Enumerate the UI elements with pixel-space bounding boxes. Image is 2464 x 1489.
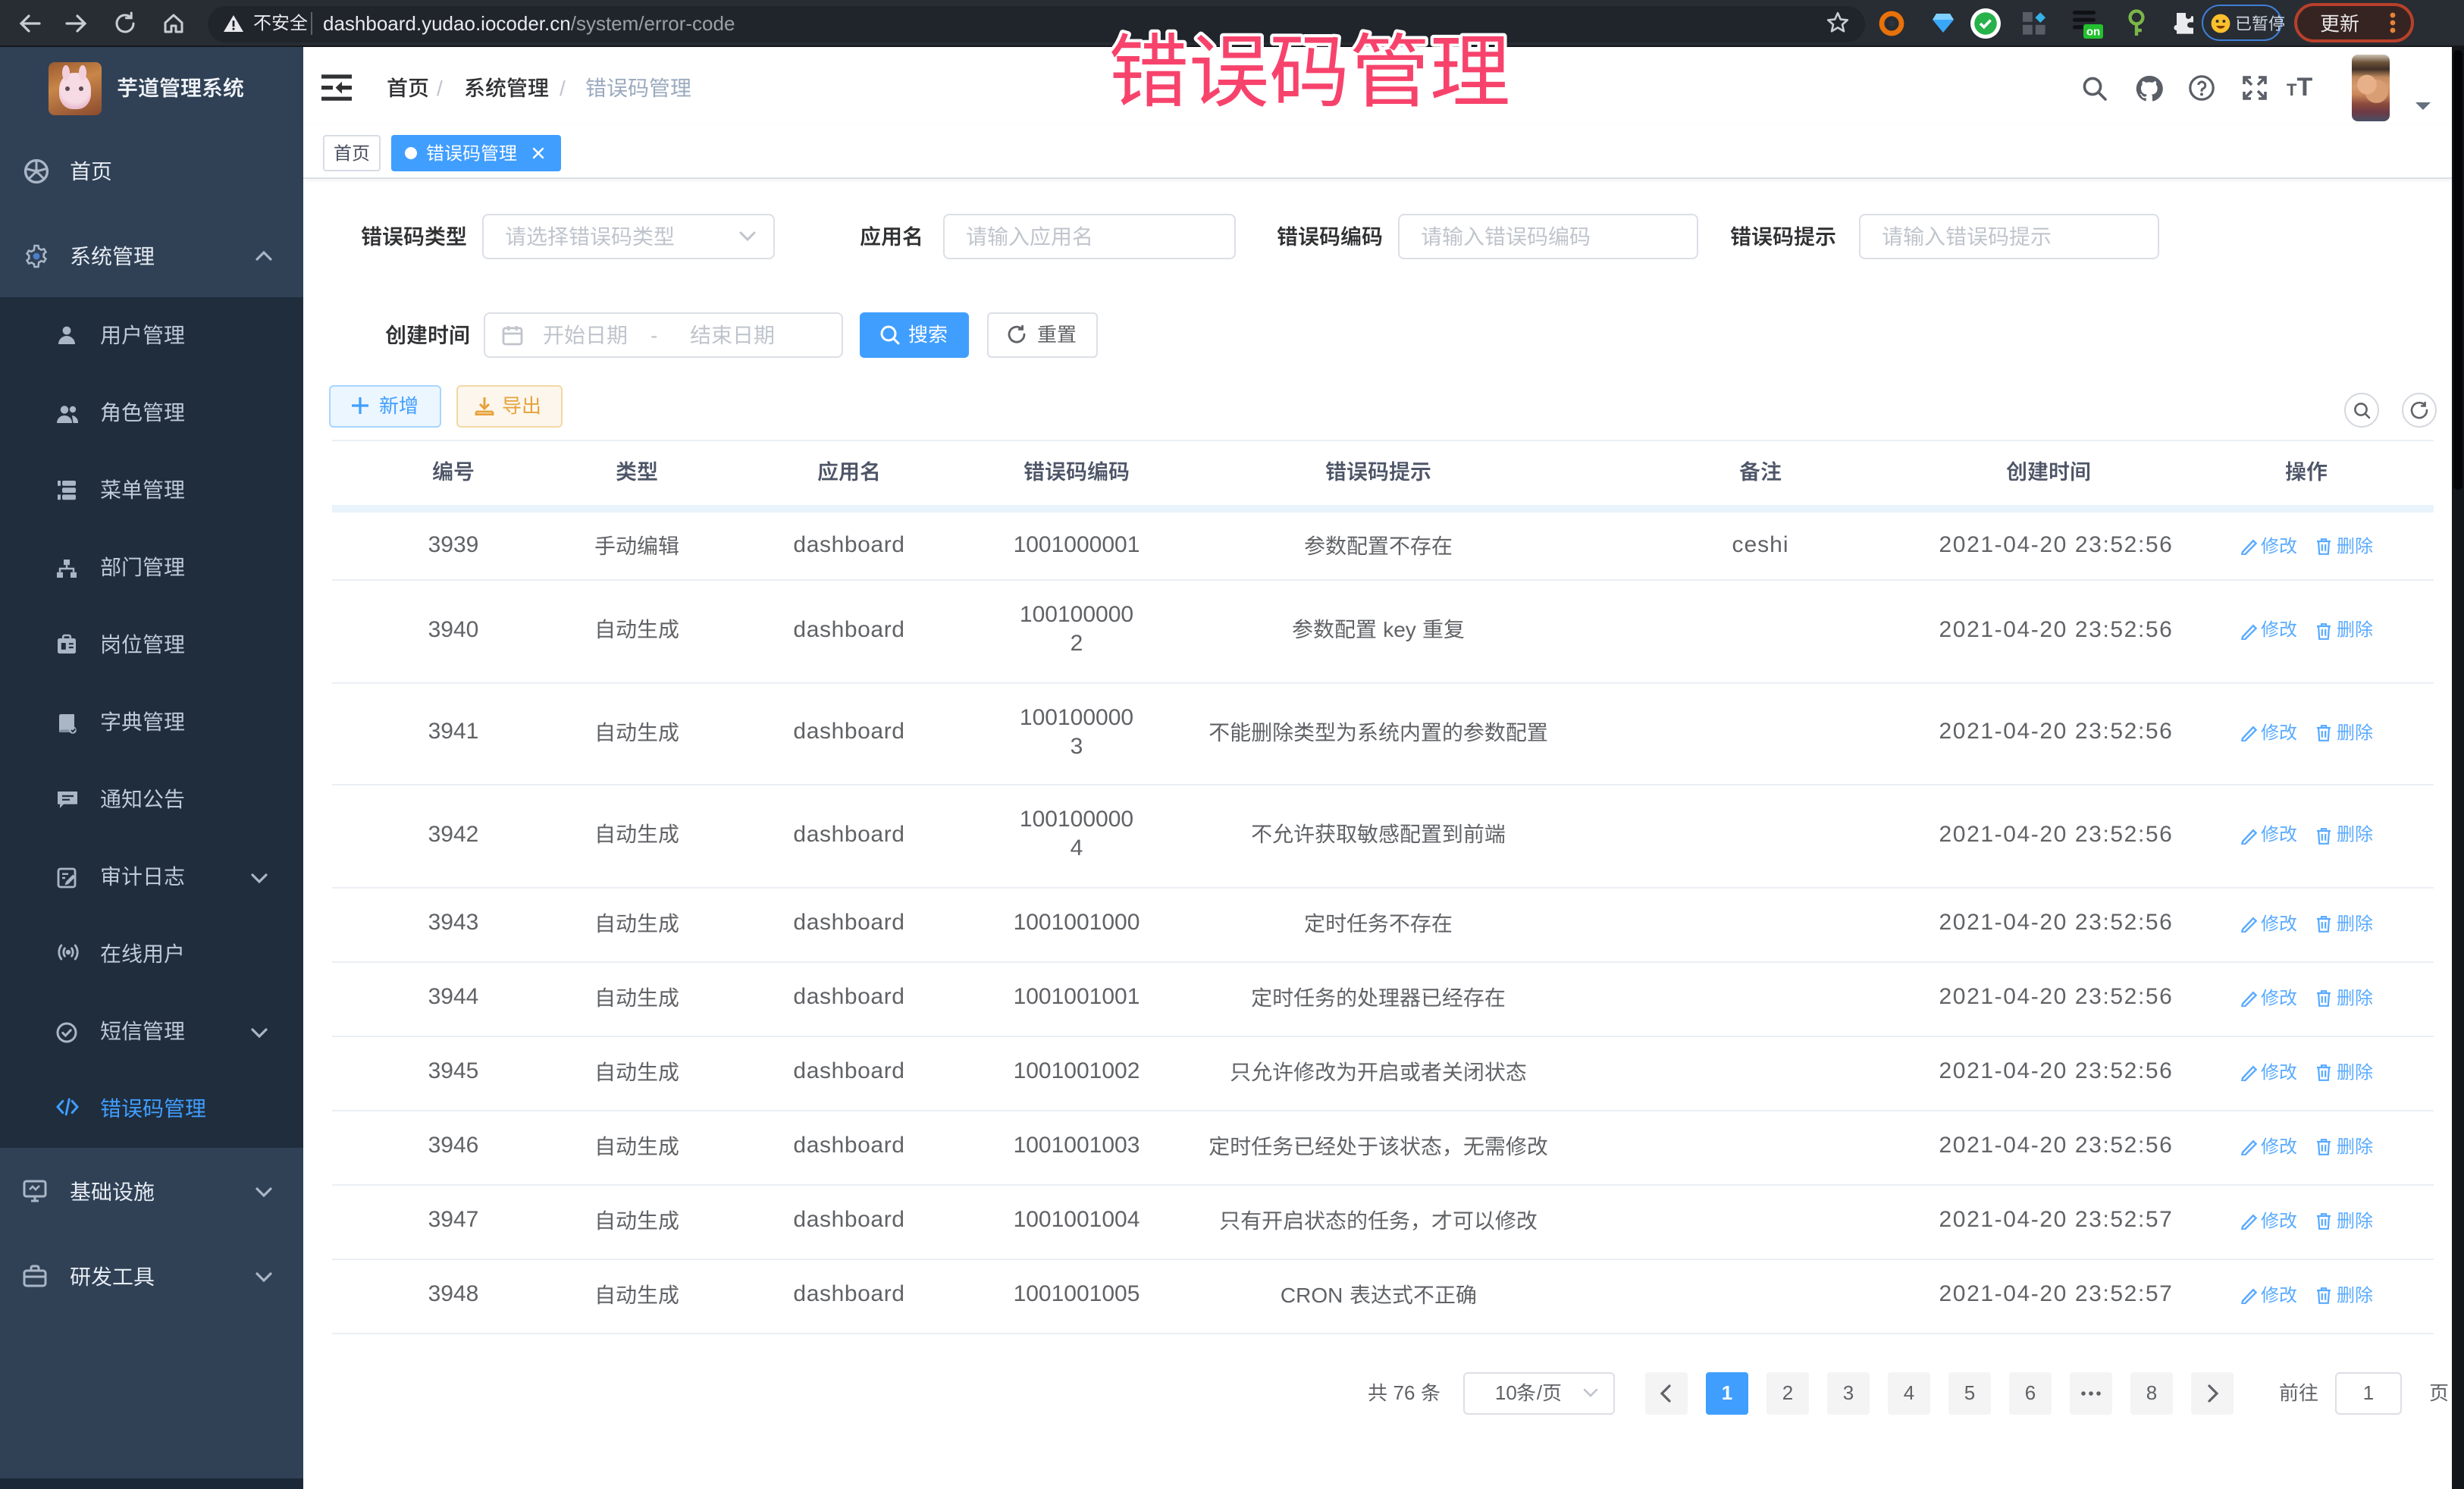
svg-text:on: on (2086, 26, 2100, 39)
